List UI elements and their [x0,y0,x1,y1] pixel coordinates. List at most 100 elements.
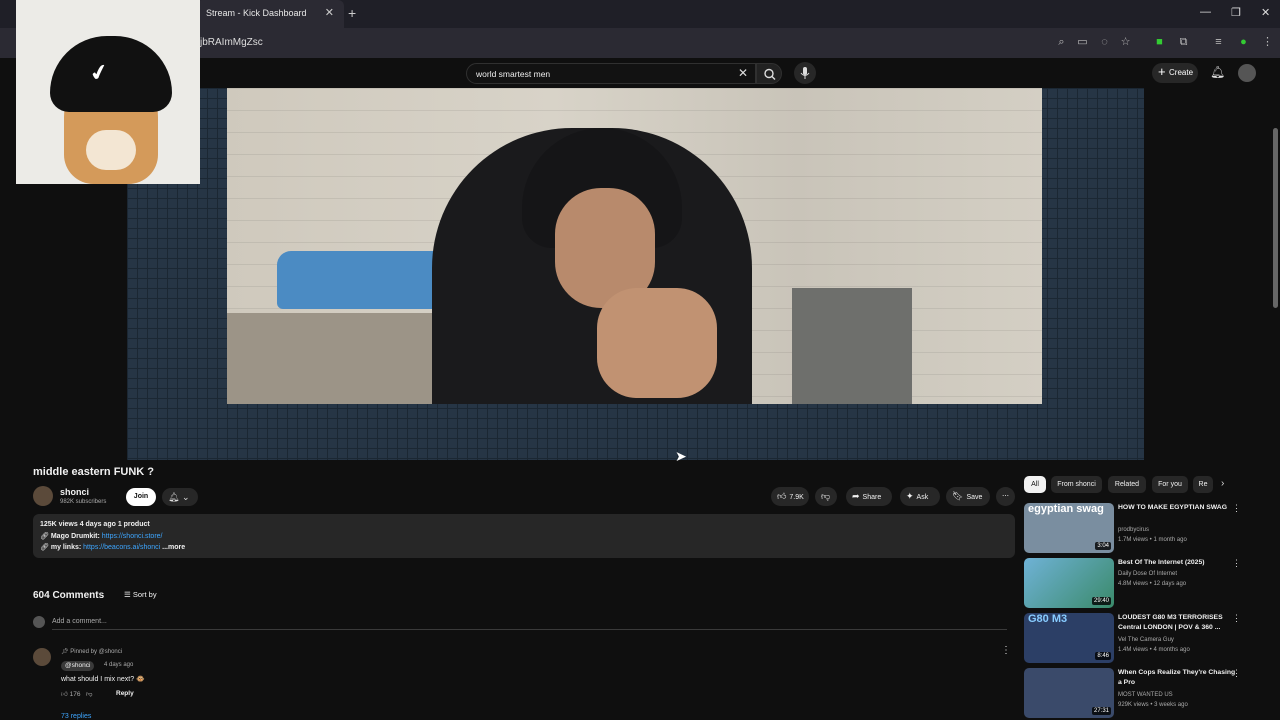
chip-recently[interactable]: Re [1193,476,1213,493]
video-thumbnail[interactable]: egyptian swag 3:04 [1024,503,1114,553]
tab-title: Stream - Kick Dashboard [206,8,307,18]
reply-button[interactable]: Reply [116,690,134,697]
extension-icon[interactable]: ■ [1153,36,1166,49]
sparkle-icon: ✦ [906,491,914,501]
search-button[interactable] [756,63,782,84]
store-link[interactable]: https://shonci.store/ [102,533,163,540]
recommendation-menu-icon[interactable]: ⋮ [1232,613,1241,624]
bookmark-star-icon[interactable]: ☆ [1119,36,1132,49]
more-horizontal-icon: ⋯ [1002,493,1009,500]
recommendation-channel[interactable]: Daily Dose Of Internet [1118,571,1177,577]
more-actions-button[interactable]: ⋯ [996,487,1015,506]
restore-icon[interactable]: ❐ [1231,6,1241,19]
video-thumbnail[interactable]: G80 M3 8:46 [1024,613,1114,663]
channel-avatar[interactable] [33,486,53,506]
video-player[interactable]: ➤ [127,88,1144,464]
search-icon [764,68,776,80]
video-thumbnail[interactable]: 27:31 [1024,668,1114,718]
search-input[interactable]: world smartest men ✕ [466,63,756,84]
description-line-2: 🔗︎ my links: https://beacons.ai/shonci .… [40,544,186,551]
subscriber-count: 982K subscribers [60,499,107,505]
thumbs-up-icon: 👍︎ [61,691,68,698]
recommendation-channel[interactable]: MOST WANTED US [1118,692,1173,698]
recommendation-item[interactable]: G80 M3 8:46 LOUDEST G80 M3 TERRORISES Ce… [1024,613,1250,665]
recommendation-meta: 1.7M views • 1 month ago [1118,537,1187,543]
recommendation-meta: 1.4M views • 4 months ago [1118,647,1190,653]
sort-by-button[interactable]: ☰ Sort by [124,590,157,599]
voice-search-button[interactable] [794,62,816,84]
thumbs-down-icon: 👎︎ [821,491,831,501]
recommendation-title[interactable]: Best Of The Internet (2025) [1118,558,1236,568]
recommendation-title[interactable]: HOW TO MAKE EGYPTIAN SWAG [1118,503,1236,513]
minimize-icon[interactable]: — [1200,6,1211,18]
zoom-icon[interactable]: ⌕ [1055,36,1068,49]
window-close-icon[interactable]: ✕ [1261,6,1270,19]
chevron-right-icon[interactable]: › [1221,478,1224,489]
media-control-icon[interactable]: ≡ [1212,36,1225,49]
pillow-graphic [277,251,447,309]
comment-author[interactable]: @shonci [61,661,95,671]
eye-off-icon[interactable]: ◌ [1098,36,1111,49]
share-button[interactable]: ➦ Share [846,487,892,506]
chip-from-shonci[interactable]: From shonci [1051,476,1102,493]
bookmark-icon: 🔖︎ [952,491,964,501]
recommendation-menu-icon[interactable]: ⋮ [1232,503,1241,514]
create-button[interactable]: + Create [1152,63,1198,83]
recommendation-menu-icon[interactable]: ⋮ [1232,558,1241,569]
dislike-button[interactable]: 👎︎ [815,487,837,506]
sink-graphic [792,288,912,404]
recommendation-item[interactable]: 27:31 When Cops Realize They're Chasing … [1024,668,1250,720]
chip-all[interactable]: All [1024,476,1046,493]
video-frame [227,88,1042,404]
ask-button[interactable]: ✦ Ask [900,487,940,506]
new-tab-icon[interactable]: + [348,5,356,21]
recommendation-item[interactable]: 29:40 Best Of The Internet (2025) Daily … [1024,558,1250,610]
page-scrollbar[interactable] [1273,128,1278,308]
comment-input-underline [52,629,1007,630]
thumbs-down-icon[interactable]: 👎︎ [86,691,93,698]
comment-time[interactable]: 4 days ago [104,662,133,668]
plus-icon: + [1158,64,1166,79]
user-avatar [33,616,45,628]
url-text[interactable]: jbRAImMgZsc [200,37,263,48]
description-box[interactable]: 125K views 4 days ago 1 product 🔗︎ Mago … [33,514,1015,558]
subscription-bell-button[interactable]: 🔔︎ ⌄ [162,488,198,506]
chip-related[interactable]: Related [1108,476,1146,493]
like-button[interactable]: 👍︎ 7.9K [771,487,809,506]
join-button[interactable]: Join [126,488,156,506]
recommendation-title[interactable]: When Cops Realize They're Chasing a Pro [1118,668,1236,688]
microphone-icon [800,67,810,79]
video-title: middle eastern FUNK ? [33,466,155,478]
chevron-down-icon: ⌄ [181,492,190,502]
description-stats: 125K views 4 days ago 1 product [40,521,150,528]
recommendation-channel[interactable]: Vel The Camera Guy [1118,637,1174,643]
bell-icon: 🔔︎ [168,492,180,502]
more-link[interactable]: ...more [162,544,185,551]
recommendation-item[interactable]: egyptian swag 3:04 HOW TO MAKE EGYPTIAN … [1024,503,1250,555]
close-tab-icon[interactable]: ✕ [325,6,334,19]
sort-icon: ☰ [124,590,131,599]
browser-tab[interactable]: Stream - Kick Dashboard ✕ [196,0,344,28]
video-thumbnail[interactable]: 29:40 [1024,558,1114,608]
comment-menu-icon[interactable]: ⋮ [1001,645,1011,656]
view-replies-button[interactable]: 73 replies [61,713,91,720]
comment-like-button[interactable]: 👍︎ 176 👎︎ [61,690,93,698]
account-avatar[interactable] [1238,64,1256,82]
recommendation-menu-icon[interactable]: ⋮ [1232,668,1241,679]
menu-kebab-icon[interactable]: ⋮ [1261,36,1274,49]
add-comment-input[interactable]: Add a comment... [52,618,107,625]
clear-search-icon[interactable]: ✕ [738,66,748,80]
channel-name[interactable]: shonci [60,487,89,497]
cast-icon[interactable]: ▭ [1076,36,1089,49]
puzzle-icon[interactable]: ⧉ [1177,36,1190,49]
recommendation-meta: 929K views • 3 weeks ago [1118,702,1188,708]
share-icon: ➦ [852,491,860,501]
recommendation-title[interactable]: LOUDEST G80 M3 TERRORISES Central LONDON… [1118,613,1236,633]
notifications-bell-icon[interactable]: 🔔︎ [1210,65,1225,79]
comment-avatar[interactable] [33,648,51,666]
recommendation-channel[interactable]: prodbycirus [1118,527,1149,533]
profile-icon[interactable]: ● [1237,36,1250,49]
save-button[interactable]: 🔖︎ Save [946,487,990,506]
beacons-link[interactable]: https://beacons.ai/shonci [83,544,160,551]
chip-for-you[interactable]: For you [1152,476,1188,493]
